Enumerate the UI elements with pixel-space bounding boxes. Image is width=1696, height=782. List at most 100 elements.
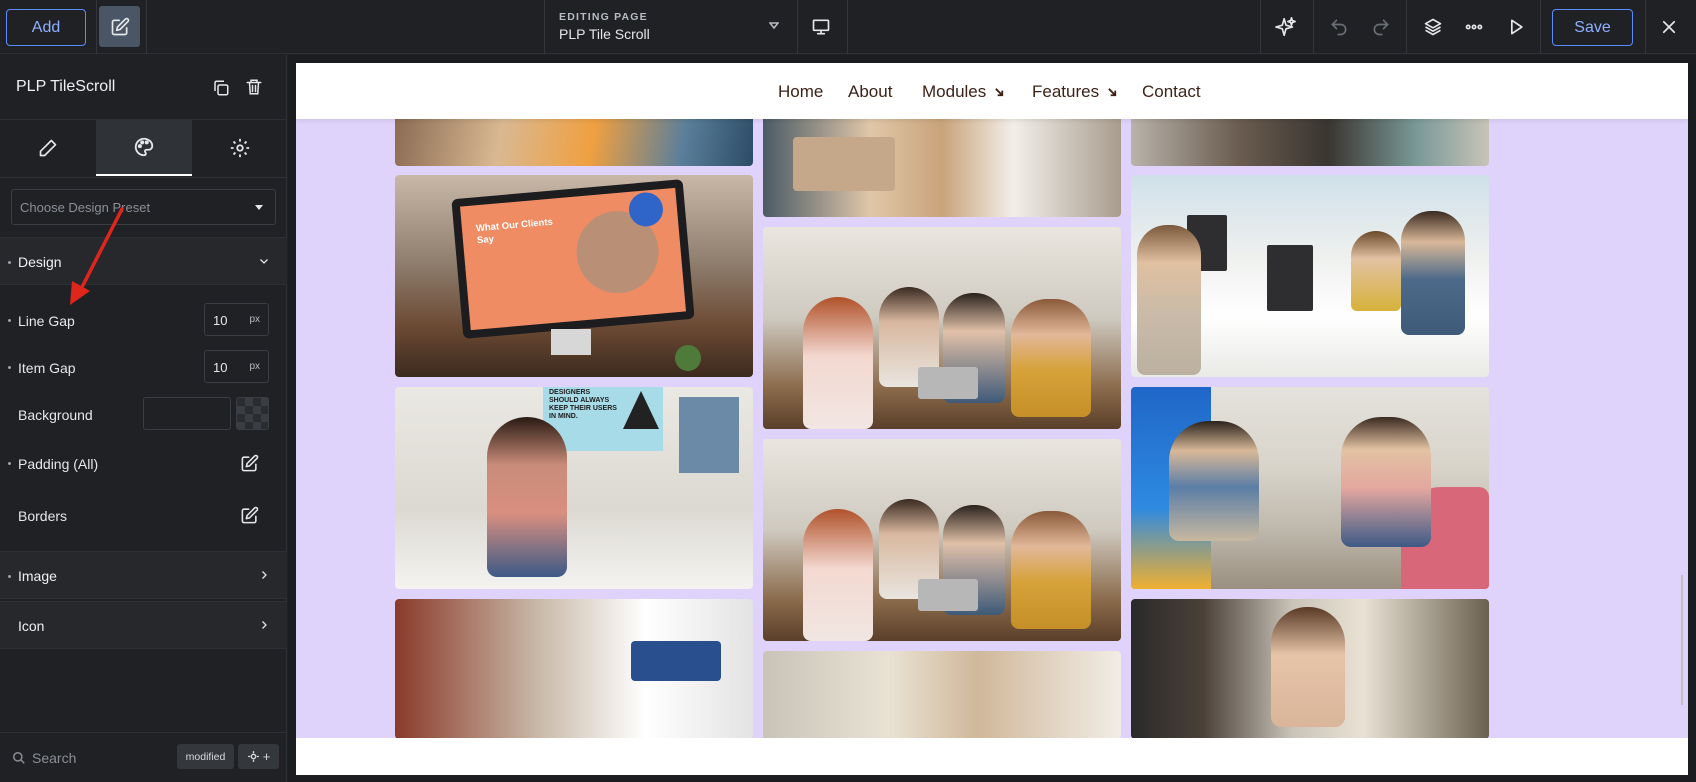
page-canvas: Home About Modules Features Contact What… [288, 55, 1696, 782]
person-image [803, 297, 873, 429]
edit-mode-button[interactable] [99, 6, 140, 47]
design-preset-select[interactable]: Choose Design Preset [11, 189, 276, 225]
toolbar-divider [146, 0, 147, 54]
tile-scroll-gallery: What Our Clients Say DESIGNERS SHOULD AL… [296, 119, 1688, 738]
layers-button[interactable] [1421, 15, 1445, 39]
poster-triangle [623, 391, 659, 429]
top-toolbar: Add EDITING PAGE PLP Tile Scroll Save [0, 0, 1696, 54]
toolbar-divider [1313, 0, 1314, 54]
more-dots-icon [1465, 24, 1483, 30]
gallery-tile[interactable] [763, 651, 1121, 738]
close-icon [1662, 20, 1676, 34]
tab-design[interactable] [96, 120, 192, 176]
chevron-right-icon [262, 621, 267, 629]
editing-page-name: PLP Tile Scroll [559, 26, 650, 42]
desktop-view-button[interactable] [809, 15, 833, 39]
laptop-image [793, 137, 895, 191]
nav-contact-label: Contact [1142, 82, 1201, 101]
sparkle-icon [1275, 17, 1296, 37]
close-editor-button[interactable] [1657, 15, 1681, 39]
monitor-screen: What Our Clients Say [460, 187, 686, 331]
person-image [1341, 417, 1431, 547]
board-image [679, 397, 739, 473]
modified-dot [8, 462, 11, 465]
modified-dot [8, 319, 11, 322]
person-image [1011, 299, 1091, 417]
gallery-tile[interactable] [1131, 599, 1489, 738]
gear-icon [230, 138, 250, 158]
line-gap-input[interactable]: 10 px [204, 303, 269, 336]
page-selector[interactable]: EDITING PAGE PLP Tile Scroll [559, 11, 650, 42]
ai-assist-button[interactable] [1274, 15, 1298, 39]
item-gap-input[interactable]: 10 px [204, 350, 269, 383]
redo-button[interactable] [1369, 15, 1393, 39]
caret-down-icon[interactable] [769, 22, 779, 30]
search-icon [13, 752, 25, 764]
gallery-tile[interactable]: What Our Clients Say [395, 175, 753, 377]
modified-filter-badge[interactable]: modified [177, 744, 234, 769]
editing-page-label: EDITING PAGE [559, 11, 648, 23]
pencil-icon [39, 139, 57, 157]
nav-modules[interactable]: Modules [922, 82, 1005, 102]
gallery-tile[interactable] [763, 119, 1121, 217]
add-setting-button[interactable]: + [238, 744, 279, 769]
borders-row: Borders [0, 496, 287, 536]
item-gap-unit: px [249, 361, 260, 372]
site-navbar: Home About Modules Features Contact [296, 63, 1688, 119]
designers-poster-text: DESIGNERS SHOULD ALWAYS KEEP THEIR USERS… [549, 389, 617, 420]
palette-icon [134, 137, 154, 157]
gallery-tile[interactable] [1131, 387, 1489, 589]
nav-home[interactable]: Home [778, 82, 823, 102]
section-design[interactable]: Design [0, 237, 287, 285]
layers-icon [1424, 18, 1442, 36]
person-image [487, 417, 567, 577]
add-button[interactable]: Add [6, 9, 86, 46]
edit-icon[interactable] [240, 506, 259, 525]
background-color-input[interactable] [143, 397, 231, 430]
gear-icon [247, 751, 259, 762]
gallery-tile[interactable] [395, 119, 753, 166]
save-button[interactable]: Save [1552, 9, 1633, 46]
background-row: Background [0, 395, 287, 435]
tab-content[interactable] [0, 120, 96, 176]
toolbar-divider [797, 0, 798, 54]
person-image [1011, 511, 1091, 629]
gallery-tile[interactable] [1131, 175, 1489, 377]
undo-button[interactable] [1327, 15, 1351, 39]
search-input[interactable]: Search [32, 750, 76, 766]
nav-contact[interactable]: Contact [1142, 82, 1201, 102]
gallery-tile[interactable] [1131, 119, 1489, 166]
gallery-tile[interactable] [763, 227, 1121, 429]
gallery-tile[interactable] [763, 439, 1121, 641]
more-options-button[interactable] [1462, 15, 1486, 39]
chevron-right-icon [262, 571, 267, 579]
toolbar-divider [1540, 0, 1541, 54]
section-image[interactable]: Image [0, 551, 287, 599]
background-color-swatch[interactable] [236, 397, 269, 430]
monitor-stand [551, 329, 591, 355]
gallery-tile[interactable] [395, 599, 753, 738]
edit-icon[interactable] [240, 454, 259, 473]
section-icon[interactable]: Icon [0, 601, 287, 649]
section-image-label: Image [18, 568, 57, 584]
tab-advanced[interactable] [192, 120, 288, 176]
nav-modules-label: Modules [922, 82, 987, 101]
settings-panel: PLP TileScroll Choose Design Preset Desi… [0, 55, 287, 782]
section-design-label: Design [18, 254, 62, 270]
caret-down-icon [255, 205, 263, 210]
preview-button[interactable] [1504, 15, 1528, 39]
section-icon-label: Icon [18, 618, 45, 634]
nav-about[interactable]: About [848, 82, 892, 102]
nav-home-label: Home [778, 82, 824, 101]
plant-image [675, 345, 701, 371]
trash-icon[interactable] [245, 78, 263, 96]
gallery-tile[interactable]: DESIGNERS SHOULD ALWAYS KEEP THEIR USERS… [395, 387, 753, 589]
duplicate-icon[interactable] [212, 79, 230, 97]
toolbar-divider [1406, 0, 1407, 54]
clients-heading: What Our Clients Say [475, 216, 554, 247]
nav-features[interactable]: Features [1032, 82, 1118, 102]
person-image [1351, 231, 1401, 311]
toolbar-divider [544, 0, 545, 54]
canvas-scrollbar[interactable] [1681, 575, 1683, 705]
item-gap-row: Item Gap 10 px [0, 348, 287, 388]
